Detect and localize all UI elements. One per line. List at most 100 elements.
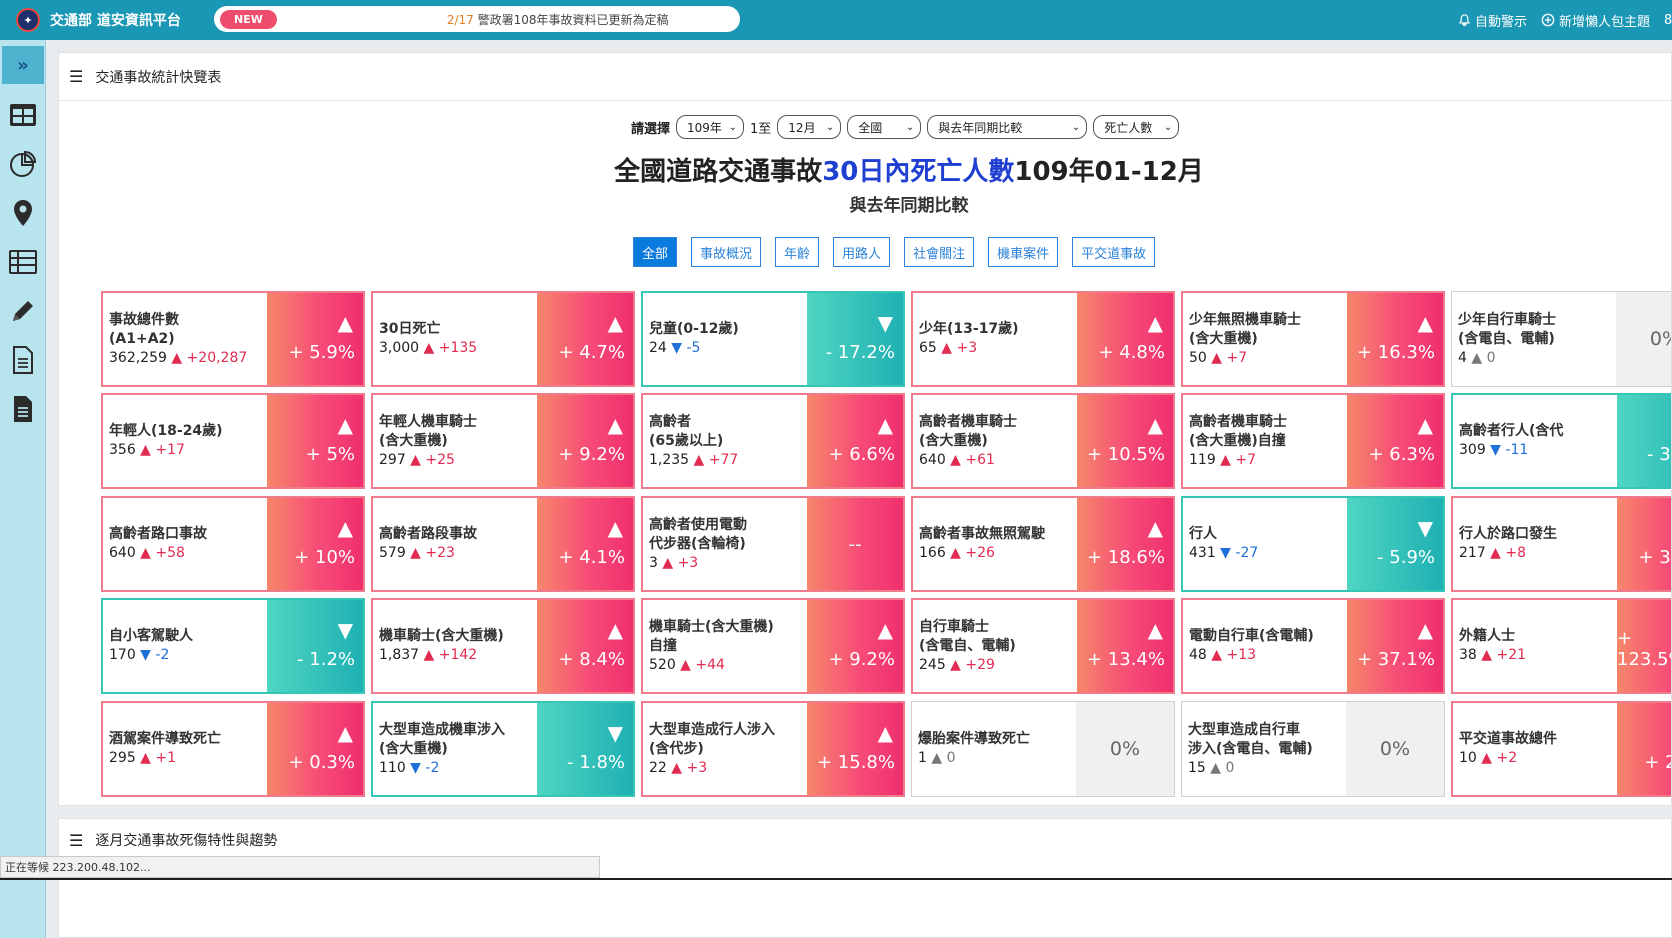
- tab-2[interactable]: 年齡: [775, 237, 820, 267]
- hamburger-icon[interactable]: ☰: [69, 831, 83, 850]
- stat-card[interactable]: 電動自行車(含電輔) 48 ▲ +13 ▲ + 37.1%: [1181, 598, 1445, 694]
- stat-card[interactable]: 少年自行車騎士 (含電自、電輔) 4 ▲ 0 0%: [1451, 291, 1671, 387]
- sub-title: 與去年同期比較: [849, 196, 969, 216]
- stat-card-info: 行人於路口發生 217 ▲ +8: [1453, 498, 1617, 590]
- news-text[interactable]: 2/17 警政署108年事故資料已更新為定稿: [447, 11, 669, 28]
- stat-card-change-panel: 0%: [1076, 702, 1174, 796]
- stat-card-percent: + 4.8%: [1098, 342, 1165, 363]
- stat-card-label: 大型車造成行人涉入: [649, 721, 775, 738]
- stat-card-delta: ▼ -2: [410, 759, 440, 776]
- sidebar-item-list[interactable]: [0, 237, 46, 286]
- stat-card[interactable]: 爆胎案件導致死亡 1 ▲ 0 0%: [911, 701, 1175, 797]
- stat-card[interactable]: 年輕人(18-24歲) 356 ▲ +17 ▲ + 5%: [101, 393, 365, 489]
- stat-card-label: 機車騎士(含大重機): [379, 628, 504, 644]
- tab-6[interactable]: 平交道事故: [1072, 237, 1156, 267]
- stat-card[interactable]: 年輕人機車騎士 (含大重機) 297 ▲ +25 ▲ + 9.2%: [371, 393, 635, 489]
- stat-card[interactable]: 高齡者事故無照駕駛 166 ▲ +26 ▲ + 18.6%: [911, 496, 1175, 592]
- stat-card-label: 高齡者事故無照駕駛: [919, 526, 1045, 542]
- metric-select[interactable]: 死亡人數 ⌄: [1093, 115, 1180, 139]
- month-select[interactable]: 12月 ⌄: [777, 115, 842, 139]
- stat-card[interactable]: 高齡者使用電動 代步器(含輪椅) 3 ▲ +3 --: [641, 496, 905, 592]
- top-actions: 自動警示 新增懶人包主題 8: [1458, 0, 1672, 40]
- news-ticker[interactable]: NEW 2/17 警政署108年事故資料已更新為定稿: [214, 6, 740, 32]
- stat-card[interactable]: 大型車造成自行車 涉入(含電自、電輔) 15 ▲ 0 0%: [1181, 701, 1445, 797]
- site-brand[interactable]: 交通部 道安資訊平台: [50, 10, 181, 30]
- stat-card-info: 行人 431 ▼ -27: [1183, 498, 1347, 590]
- sidebar-item-table[interactable]: [0, 90, 46, 139]
- stat-card-info: 少年無照機車騎士 (含大重機) 50 ▲ +7: [1183, 293, 1347, 385]
- stat-card-percent: + 10%: [294, 547, 355, 568]
- region-select[interactable]: 全國 ⌄: [847, 115, 922, 139]
- stat-card-value: 1,837 ▲ +142: [379, 646, 531, 665]
- stat-card-label: 酒駕案件導致死亡: [109, 731, 221, 747]
- stat-card-delta: ▲ 0: [1210, 759, 1235, 776]
- stat-card[interactable]: 平交道事故總件 10 ▲ +2 ▲+ 25%: [1451, 701, 1671, 797]
- stat-card-count: 22: [649, 759, 672, 776]
- stat-card-value: 1,235 ▲ +77: [649, 451, 801, 470]
- auto-alert-link[interactable]: 自動警示: [1458, 11, 1527, 30]
- category-tabs: 全部 事故概況 年齡 用路人 社會關注 機車案件 平交道事故: [633, 237, 1156, 267]
- triangle-up-icon: ▲: [607, 516, 623, 540]
- stat-card[interactable]: 行人 431 ▼ -27 ▼ - 5.9%: [1181, 496, 1445, 592]
- tab-1[interactable]: 事故概況: [691, 237, 762, 267]
- stat-card-value: 170 ▼ -2: [109, 646, 261, 665]
- stat-card-change-panel: ▼ - 1.8%: [537, 703, 633, 795]
- sidebar-item-edit[interactable]: [0, 286, 46, 335]
- stat-card-count: 166: [919, 545, 951, 561]
- stat-card-count: 362,259: [109, 349, 172, 366]
- stat-card[interactable]: 兒童(0-12歲) 24 ▼ -5 ▼ - 17.2%: [641, 291, 905, 387]
- stat-card-percent: + 8.4%: [558, 649, 625, 670]
- expand-sidebar-button[interactable]: »: [2, 46, 44, 84]
- stat-card-value: 245 ▲ +29: [919, 656, 1071, 675]
- tab-5[interactable]: 機車案件: [988, 237, 1059, 267]
- stat-card[interactable]: 行人於路口發生 217 ▲ +8 ▲+ 3.8%: [1451, 496, 1671, 592]
- stat-card[interactable]: 高齡者路段事故 579 ▲ +23 ▲ + 4.1%: [371, 496, 635, 592]
- stat-card-label: 外籍人士: [1459, 628, 1515, 644]
- stat-card[interactable]: 事故總件數 (A1+A2) 362,259 ▲ +20,287 ▲ + 5.9%: [101, 291, 365, 387]
- stat-card[interactable]: 自行車騎士 (含電自、電輔) 245 ▲ +29 ▲ + 13.4%: [911, 598, 1175, 694]
- ministry-logo-icon[interactable]: ✦: [16, 8, 40, 32]
- stat-card-value: 50 ▲ +7: [1189, 349, 1341, 368]
- stat-card-delta: ▲ +61: [950, 451, 995, 468]
- stat-card[interactable]: 自小客駕駛人 170 ▼ -2 ▼ - 1.2%: [101, 598, 365, 694]
- stat-card[interactable]: 機車騎士(含大重機) 1,837 ▲ +142 ▲ + 8.4%: [371, 598, 635, 694]
- stat-card[interactable]: 少年無照機車騎士 (含大重機) 50 ▲ +7 ▲ + 16.3%: [1181, 291, 1445, 387]
- stat-card[interactable]: 30日死亡 3,000 ▲ +135 ▲ + 4.7%: [371, 291, 635, 387]
- hamburger-icon[interactable]: ☰: [69, 67, 83, 86]
- stat-card[interactable]: 酒駕案件導致死亡 295 ▲ +1 ▲ + 0.3%: [101, 701, 365, 797]
- tab-4[interactable]: 社會關注: [904, 237, 975, 267]
- stat-card[interactable]: 高齡者 (65歲以上) 1,235 ▲ +77 ▲ + 6.6%: [641, 393, 905, 489]
- stat-card-percent: 0%: [1109, 738, 1141, 760]
- stat-card[interactable]: 高齡者機車騎士 (含大重機)自撞 119 ▲ +7 ▲ + 6.3%: [1181, 393, 1445, 489]
- stat-card-info: 年輕人(18-24歲) 356 ▲ +17: [103, 395, 267, 487]
- sidebar-item-report[interactable]: [0, 384, 46, 433]
- stat-card[interactable]: 外籍人士 38 ▲ +21 ▲+ 123.5%: [1451, 598, 1671, 694]
- overflow-menu-item[interactable]: 8: [1664, 13, 1672, 28]
- compare-select[interactable]: 與去年同期比較 ⌄: [927, 115, 1088, 139]
- stat-card-value: 217 ▲ +8: [1459, 544, 1611, 563]
- triangle-up-icon: ▲: [877, 413, 893, 437]
- stat-card[interactable]: 高齡者路口事故 640 ▲ +58 ▲ + 10%: [101, 496, 365, 592]
- stat-card[interactable]: 高齡者行人(含代 309 ▼ -11 ▼- 3.4%: [1451, 393, 1671, 489]
- triangle-down-icon: ▼: [877, 311, 893, 335]
- stat-card[interactable]: 大型車造成機車涉入 (含大重機) 110 ▼ -2 ▼ - 1.8%: [371, 701, 635, 797]
- stat-card-delta: ▲ +135: [423, 340, 478, 356]
- stat-card[interactable]: 高齡者機車騎士 (含大重機) 640 ▲ +61 ▲ + 10.5%: [911, 393, 1175, 489]
- stat-card[interactable]: 大型車造成行人涉入 (含代步) 22 ▲ +3 ▲ + 15.8%: [641, 701, 905, 797]
- add-theme-link[interactable]: 新增懶人包主題: [1541, 11, 1650, 30]
- tab-0[interactable]: 全部: [633, 237, 678, 267]
- stat-card[interactable]: 少年(13-17歲) 65 ▲ +3 ▲ + 4.8%: [911, 291, 1175, 387]
- stat-card-count: 38: [1459, 647, 1482, 663]
- stat-card-count: 48: [1189, 647, 1212, 663]
- stat-card[interactable]: 機車騎士(含大重機) 自撞 520 ▲ +44 ▲ + 9.2%: [641, 598, 905, 694]
- sidebar-item-document[interactable]: [0, 335, 46, 384]
- tab-3[interactable]: 用路人: [833, 237, 891, 267]
- stat-card-change-panel: ▲ + 18.6%: [1077, 498, 1173, 590]
- sidebar-item-chart[interactable]: [0, 139, 46, 188]
- news-date: 2/17: [446, 12, 474, 27]
- stat-card-count: 3: [649, 554, 663, 571]
- stat-card-count: 15: [1188, 759, 1211, 776]
- sidebar-item-map[interactable]: [0, 188, 46, 237]
- stat-card-label: 涉入(含電自、電輔): [1188, 740, 1313, 757]
- year-select[interactable]: 109年 ⌄: [676, 115, 745, 139]
